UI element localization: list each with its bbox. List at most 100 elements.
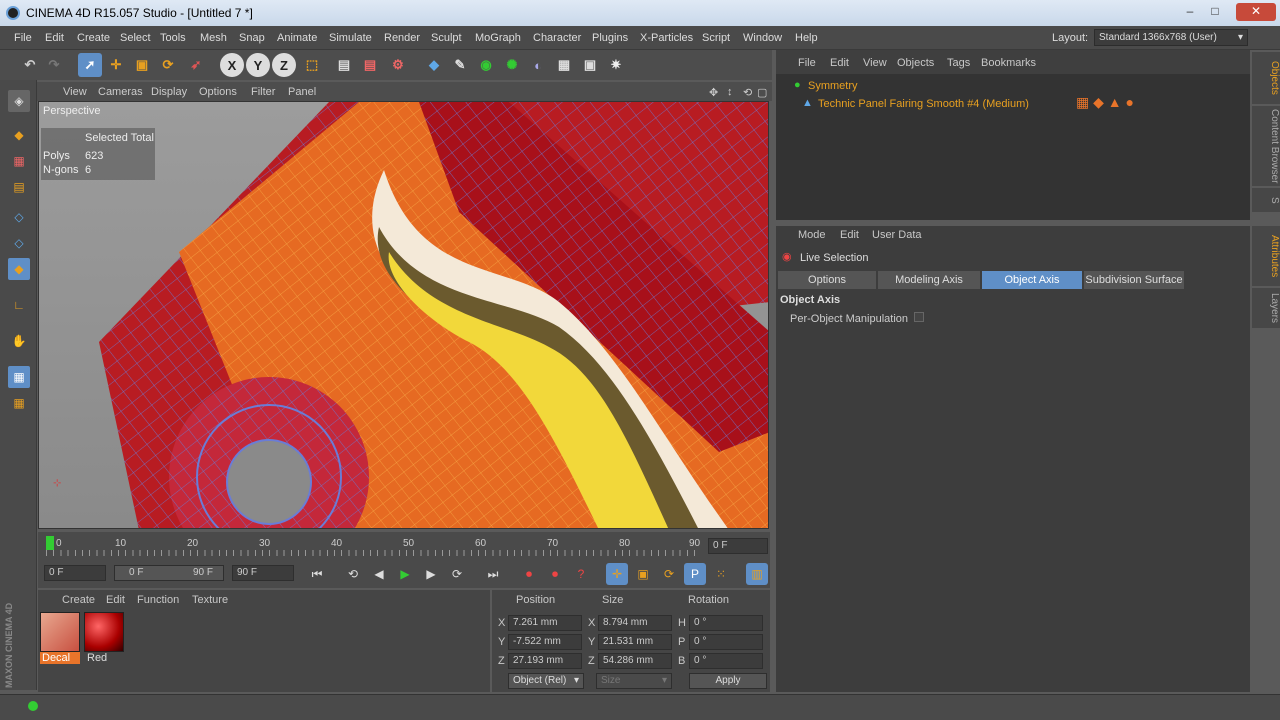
snap-icon[interactable]: ▦	[8, 366, 30, 388]
mat-menu-function[interactable]: Function	[137, 594, 179, 606]
menu-help[interactable]: Help	[795, 32, 818, 44]
autokey-icon[interactable]: ⏺	[544, 563, 566, 585]
viewport-zoom-icon[interactable]: ↕	[727, 86, 733, 98]
go-to-end-icon[interactable]: ⏭	[482, 563, 504, 585]
menu-window[interactable]: Window	[743, 32, 782, 44]
menu-create[interactable]: Create	[77, 32, 110, 44]
obj-menu-edit[interactable]: Edit	[830, 57, 849, 69]
menu-sculpt[interactable]: Sculpt	[431, 32, 462, 44]
obj-menu-objects[interactable]: Objects	[897, 57, 934, 69]
obj-menu-bookmarks[interactable]: Bookmarks	[981, 57, 1036, 69]
side-tab-layers[interactable]: Layers	[1252, 288, 1280, 328]
pos-y-field[interactable]: -7.522 mm	[508, 634, 582, 650]
menu-animate[interactable]: Animate	[277, 32, 317, 44]
viewport-menu-view[interactable]: View	[63, 86, 87, 98]
next-key-icon[interactable]: ⟳	[446, 563, 468, 585]
tab-subdivision-surface[interactable]: Subdivision Surface	[1084, 271, 1184, 289]
obj-menu-view[interactable]: View	[863, 57, 887, 69]
viewport-maximize-icon[interactable]: ▢	[757, 86, 767, 99]
points-mode-icon[interactable]: ◇	[8, 206, 30, 228]
viewport-menu-options[interactable]: Options	[199, 86, 237, 98]
menu-xparticles[interactable]: X-Particles	[640, 32, 693, 44]
key-scale-icon[interactable]: ▣	[632, 563, 654, 585]
tweak-icon[interactable]: ✋	[8, 330, 30, 352]
side-tab-content-browser[interactable]: Content Browser	[1252, 106, 1280, 186]
redo-icon[interactable]: ↷	[42, 53, 66, 77]
side-tab-attributes[interactable]: Attributes	[1252, 226, 1280, 286]
keyframe-selection-icon[interactable]: ?	[570, 563, 592, 585]
play-icon[interactable]: ▶	[394, 563, 416, 585]
next-frame-icon[interactable]: ▶	[420, 563, 442, 585]
rot-p-field[interactable]: 0 °	[689, 634, 763, 650]
render-view-icon[interactable]: ▤	[332, 53, 356, 77]
key-pla-icon[interactable]: ⁙	[710, 563, 732, 585]
material-decal[interactable]: Decal	[40, 612, 80, 668]
menu-plugins[interactable]: Plugins	[592, 32, 628, 44]
range-slider[interactable]: 0 F 90 F	[114, 565, 224, 581]
menu-select[interactable]: Select	[120, 32, 151, 44]
texture-tag-icon[interactable]: ▦ ◆ ▲ ●	[1076, 94, 1134, 111]
z-axis-icon[interactable]: Z	[272, 53, 296, 77]
key-rotation-icon[interactable]: ⟳	[658, 563, 680, 585]
menu-mograph[interactable]: MoGraph	[475, 32, 521, 44]
texture-mode-icon[interactable]: ▦	[8, 150, 30, 172]
end-frame-field[interactable]: 90 F	[232, 565, 294, 581]
menu-snap[interactable]: Snap	[239, 32, 265, 44]
spline-pen-icon[interactable]: ✎	[448, 53, 472, 77]
obj-menu-file[interactable]: File	[798, 57, 816, 69]
obj-menu-tags[interactable]: Tags	[947, 57, 970, 69]
polygons-mode-icon[interactable]: ◆	[8, 258, 30, 280]
undo-icon[interactable]: ↶	[18, 53, 42, 77]
edges-mode-icon[interactable]: ◇	[8, 232, 30, 254]
prev-frame-icon[interactable]: ◀	[368, 563, 390, 585]
make-editable-icon[interactable]: ◈	[8, 90, 30, 112]
playhead[interactable]	[46, 536, 54, 550]
viewport[interactable]: Perspective Selected Total Polys 623 N-g…	[38, 101, 769, 529]
coordinate-system-icon[interactable]: ⬚	[300, 53, 324, 77]
side-tab-objects[interactable]: Objects	[1252, 52, 1280, 104]
attr-menu-edit[interactable]: Edit	[840, 229, 859, 241]
apply-button[interactable]: Apply	[689, 673, 767, 689]
menu-mesh[interactable]: Mesh	[200, 32, 227, 44]
material-red[interactable]: Red	[84, 612, 124, 668]
close-button[interactable]: ✕	[1236, 3, 1276, 21]
x-axis-icon[interactable]: X	[220, 53, 244, 77]
tab-modeling-axis[interactable]: Modeling Axis	[878, 271, 980, 289]
menu-edit[interactable]: Edit	[45, 32, 64, 44]
key-parameter-icon[interactable]: P	[684, 563, 706, 585]
tab-object-axis[interactable]: Object Axis	[982, 271, 1082, 289]
menu-file[interactable]: File	[14, 32, 32, 44]
viewport-menu-cameras[interactable]: Cameras	[98, 86, 143, 98]
maximize-button[interactable]: □	[1203, 3, 1227, 21]
deformer-icon[interactable]: ◐	[526, 53, 550, 77]
go-to-start-icon[interactable]: ⏮	[306, 563, 328, 585]
menu-script[interactable]: Script	[702, 32, 730, 44]
mat-menu-create[interactable]: Create	[62, 594, 95, 606]
size-x-field[interactable]: 8.794 mm	[598, 615, 672, 631]
workplane-lock-icon[interactable]: ▦	[8, 392, 30, 414]
render-picture-viewer-icon[interactable]: ▤	[358, 53, 382, 77]
model-mode-icon[interactable]: ◆	[8, 124, 30, 146]
prev-key-icon[interactable]: ⟲	[342, 563, 364, 585]
minimize-button[interactable]: –	[1178, 3, 1202, 21]
side-tab-s[interactable]: S	[1252, 188, 1280, 212]
rot-h-field[interactable]: 0 °	[689, 615, 763, 631]
pos-x-field[interactable]: 7.261 mm	[508, 615, 582, 631]
layout-dropdown[interactable]: Standard 1366x768 (User) ▾	[1094, 29, 1248, 46]
coord-mode-dropdown[interactable]: Object (Rel) ▾	[508, 673, 584, 689]
menu-render[interactable]: Render	[384, 32, 420, 44]
rotate-icon[interactable]: ⟳	[156, 53, 180, 77]
attr-menu-user-data[interactable]: User Data	[872, 229, 922, 241]
rot-b-field[interactable]: 0 °	[689, 653, 763, 669]
light-icon[interactable]: ✷	[604, 53, 628, 77]
move-icon[interactable]: ✛	[104, 53, 128, 77]
per-object-manipulation-checkbox[interactable]	[914, 312, 924, 322]
start-frame-field[interactable]: 0 F	[44, 565, 106, 581]
scale-icon[interactable]: ▣	[130, 53, 154, 77]
size-mode-dropdown[interactable]: Size ▾	[596, 673, 672, 689]
render-settings-icon[interactable]: ⚙	[386, 53, 410, 77]
pos-z-field[interactable]: 27.193 mm	[508, 653, 582, 669]
menu-simulate[interactable]: Simulate	[329, 32, 372, 44]
object-row[interactable]: ▲ Technic Panel Fairing Smooth #4 (Mediu…	[780, 94, 1240, 112]
live-selection-icon[interactable]: ➚	[78, 53, 102, 77]
